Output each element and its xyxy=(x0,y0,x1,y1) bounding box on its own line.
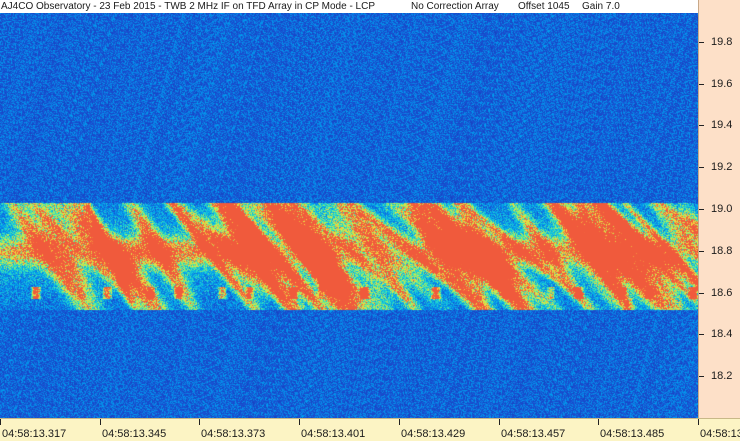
x-tick-label: 04:58:13.457 xyxy=(501,428,566,440)
y-tick-label: 18.6 xyxy=(711,287,733,299)
x-tick-label: 04:58:13.429 xyxy=(401,428,466,440)
y-tick-mark xyxy=(699,42,704,43)
x-tick-mark xyxy=(499,419,500,425)
chart-title: AJ4CO Observatory - 23 Feb 2015 - TWB 2 … xyxy=(1,1,376,12)
y-tick-mark xyxy=(699,167,704,168)
x-tick-mark xyxy=(399,419,400,425)
spectrogram-window: AJ4CO Observatory - 23 Feb 2015 - TWB 2 … xyxy=(0,0,740,441)
y-tick-label: 18.8 xyxy=(711,245,733,257)
x-tick-mark xyxy=(598,419,599,425)
y-tick-mark xyxy=(699,209,704,210)
y-tick-label: 18.4 xyxy=(711,328,733,340)
x-tick-label: 04:58:13.401 xyxy=(301,428,366,440)
y-tick-label: 19.4 xyxy=(711,119,733,131)
spectrogram-plot: AJ4CO Observatory - 23 Feb 2015 - TWB 2 … xyxy=(0,0,698,418)
x-tick-label: 04:58:13.373 xyxy=(201,428,266,440)
x-tick-label: 04:58:13.485 xyxy=(600,428,665,440)
title-bar: AJ4CO Observatory - 23 Feb 2015 - TWB 2 … xyxy=(0,0,698,13)
x-tick-mark xyxy=(299,419,300,425)
y-tick-label: 19.2 xyxy=(711,161,733,173)
y-tick-mark xyxy=(699,251,704,252)
x-tick-mark xyxy=(0,419,1,425)
correction-label: No Correction Array xyxy=(411,1,499,12)
y-tick-label: 19.8 xyxy=(711,36,733,48)
x-axis: 04:58:13.317 04:58:13.345 04:58:13.373 04:5… xyxy=(0,418,740,441)
y-tick-mark xyxy=(699,84,704,85)
y-axis: 19.8 19.6 19.4 19.2 19.0 18.8 18.6 18.4 18.2 xyxy=(698,0,740,418)
y-tick-label: 18.2 xyxy=(711,370,733,382)
x-tick-label: 04:58:13.317 xyxy=(2,428,67,440)
y-tick-mark xyxy=(699,125,704,126)
y-tick-mark xyxy=(699,293,704,294)
y-tick-mark xyxy=(699,334,704,335)
x-tick-mark xyxy=(100,419,101,425)
spectrogram-heatmap xyxy=(0,0,698,418)
x-tick-label: 04:58:13.345 xyxy=(102,428,167,440)
y-tick-mark xyxy=(699,376,704,377)
x-tick-label: 04:58:13.513 xyxy=(700,428,740,440)
offset-label: Offset 1045 xyxy=(518,1,570,12)
x-tick-mark xyxy=(698,419,699,425)
x-tick-mark xyxy=(199,419,200,425)
y-tick-label: 19.6 xyxy=(711,78,733,90)
y-tick-label: 19.0 xyxy=(711,203,733,215)
gain-label: Gain 7.0 xyxy=(582,1,620,12)
